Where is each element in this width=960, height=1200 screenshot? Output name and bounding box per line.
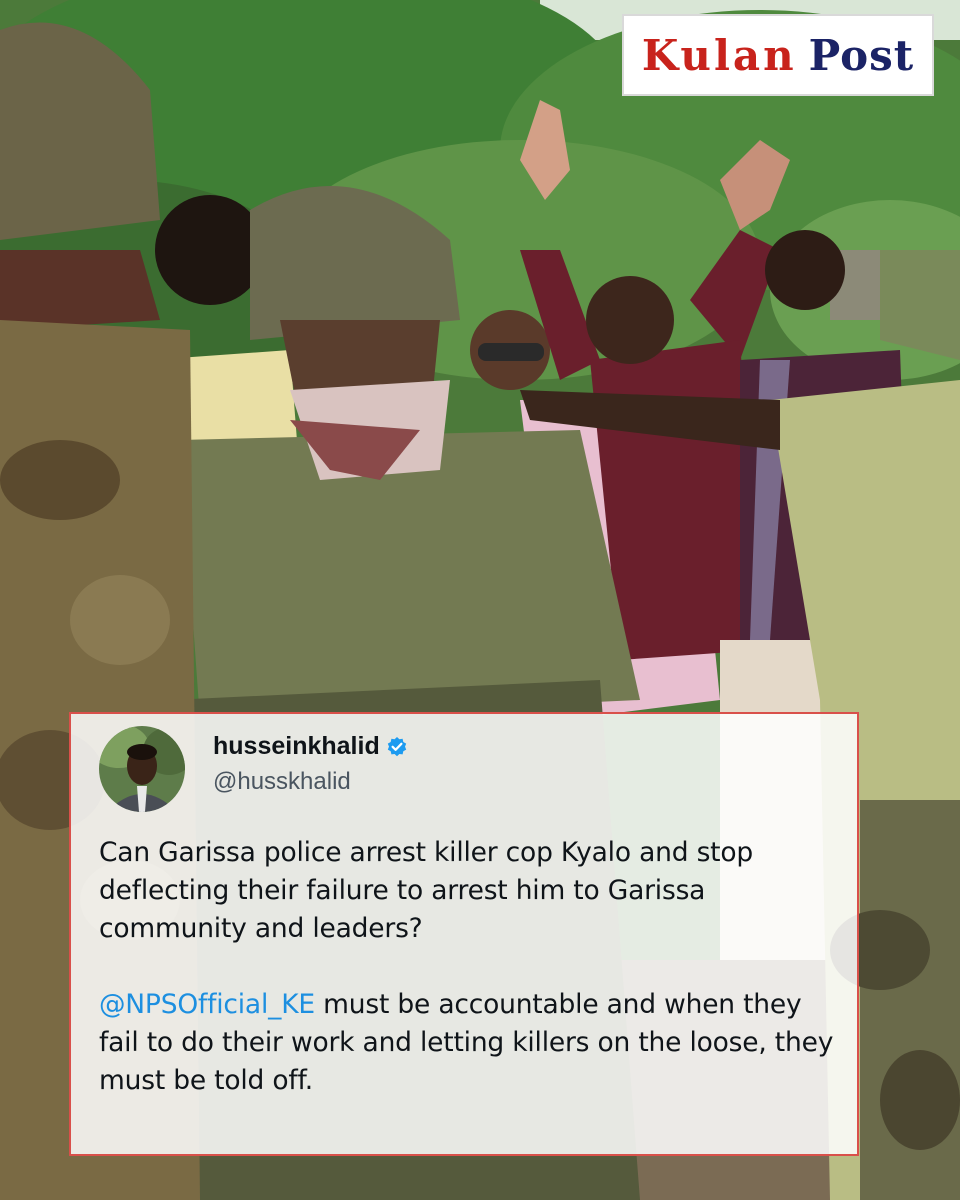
avatar[interactable] — [99, 726, 185, 812]
logo-word-kulan: Kulan — [641, 30, 797, 80]
tweet-author-row: husseinkhalid — [213, 732, 408, 761]
user-handle[interactable]: @husskhalid — [213, 768, 351, 796]
logo-word-post: Post — [808, 30, 915, 80]
kulan-post-logo: Kulan Post — [622, 14, 934, 96]
tweet-paragraph-1: Can Garissa police arrest killer cop Kya… — [99, 837, 753, 944]
verified-badge-icon — [386, 736, 408, 758]
mention-link[interactable]: @NPSOfficial_KE — [99, 989, 315, 1020]
tweet-card: husseinkhalid @husskhalid Can Garissa po… — [69, 712, 859, 1156]
display-name[interactable]: husseinkhalid — [213, 732, 380, 761]
tweet-paragraph-2: @NPSOfficial_KE must be accountable and … — [99, 986, 839, 1100]
tweet-body: Can Garissa police arrest killer cop Kya… — [99, 834, 839, 1100]
